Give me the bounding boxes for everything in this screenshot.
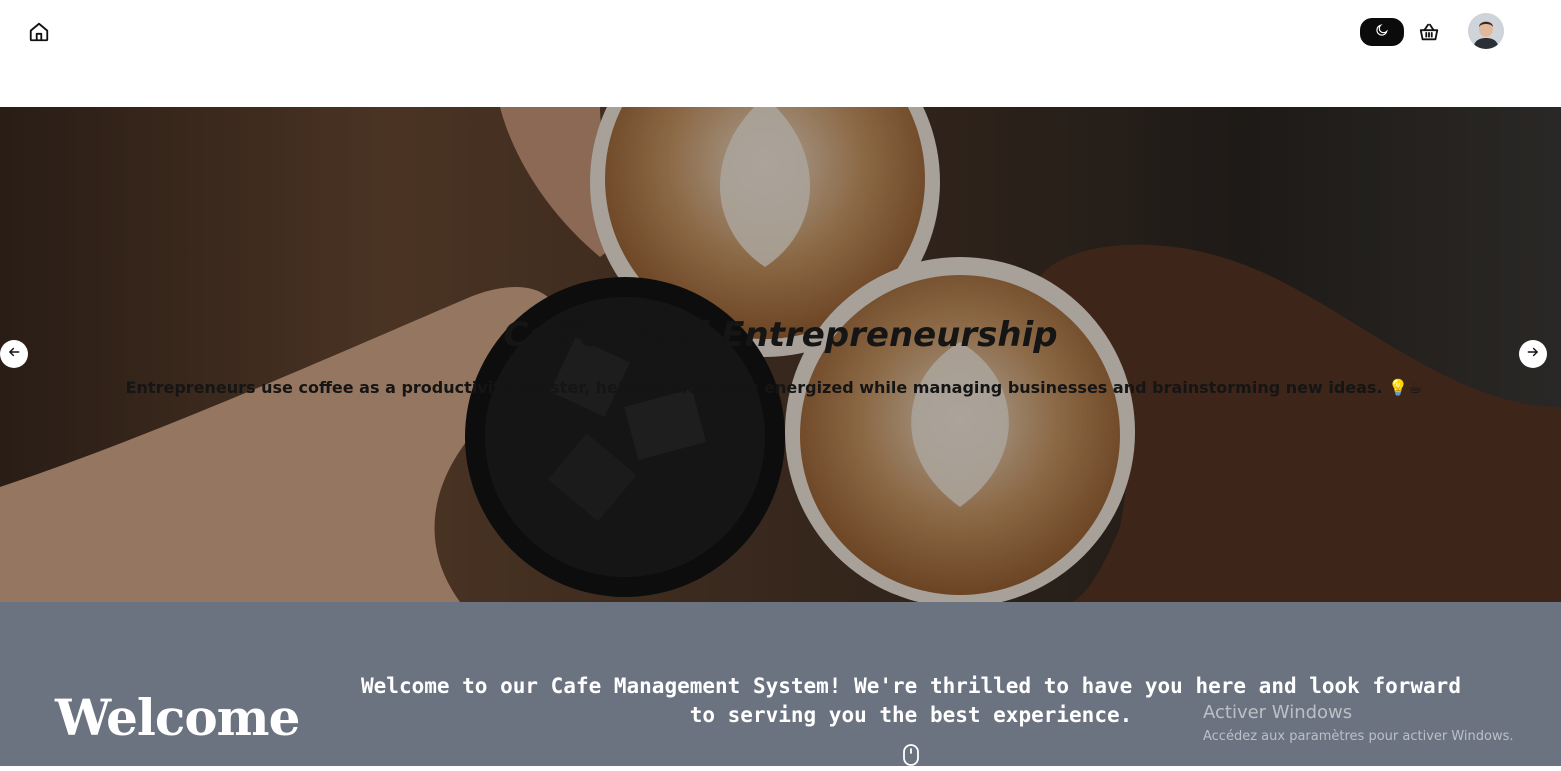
basket-icon[interactable] (1417, 20, 1441, 44)
welcome-section: Welcome Welcome to our Cafe Management S… (0, 602, 1561, 766)
arrow-right-icon (1526, 345, 1540, 364)
theme-toggle-button[interactable] (1360, 18, 1404, 46)
watermark-title: Activer Windows (1203, 702, 1353, 723)
arrow-left-icon (7, 345, 21, 364)
welcome-heading: Welcome (55, 688, 300, 747)
slide-description: Entrepreneurs use coffee as a productivi… (125, 378, 1423, 397)
home-icon[interactable] (27, 20, 51, 44)
next-slide-button[interactable] (1519, 340, 1547, 368)
windows-activation-watermark: Activer Windows Accédez aux paramètres p… (1203, 702, 1514, 744)
slide-title: Coffee and Entrepreneurship (503, 315, 1058, 355)
previous-slide-button[interactable] (0, 340, 28, 368)
moon-icon (1375, 23, 1389, 42)
mouse-scroll-icon[interactable] (902, 744, 920, 766)
user-avatar[interactable] (1468, 13, 1504, 49)
hero-carousel: Coffee and Entrepreneurship Entrepreneur… (0, 107, 1561, 602)
top-navbar (0, 0, 1561, 107)
watermark-subtitle: Accédez aux paramètres pour activer Wind… (1203, 729, 1514, 744)
